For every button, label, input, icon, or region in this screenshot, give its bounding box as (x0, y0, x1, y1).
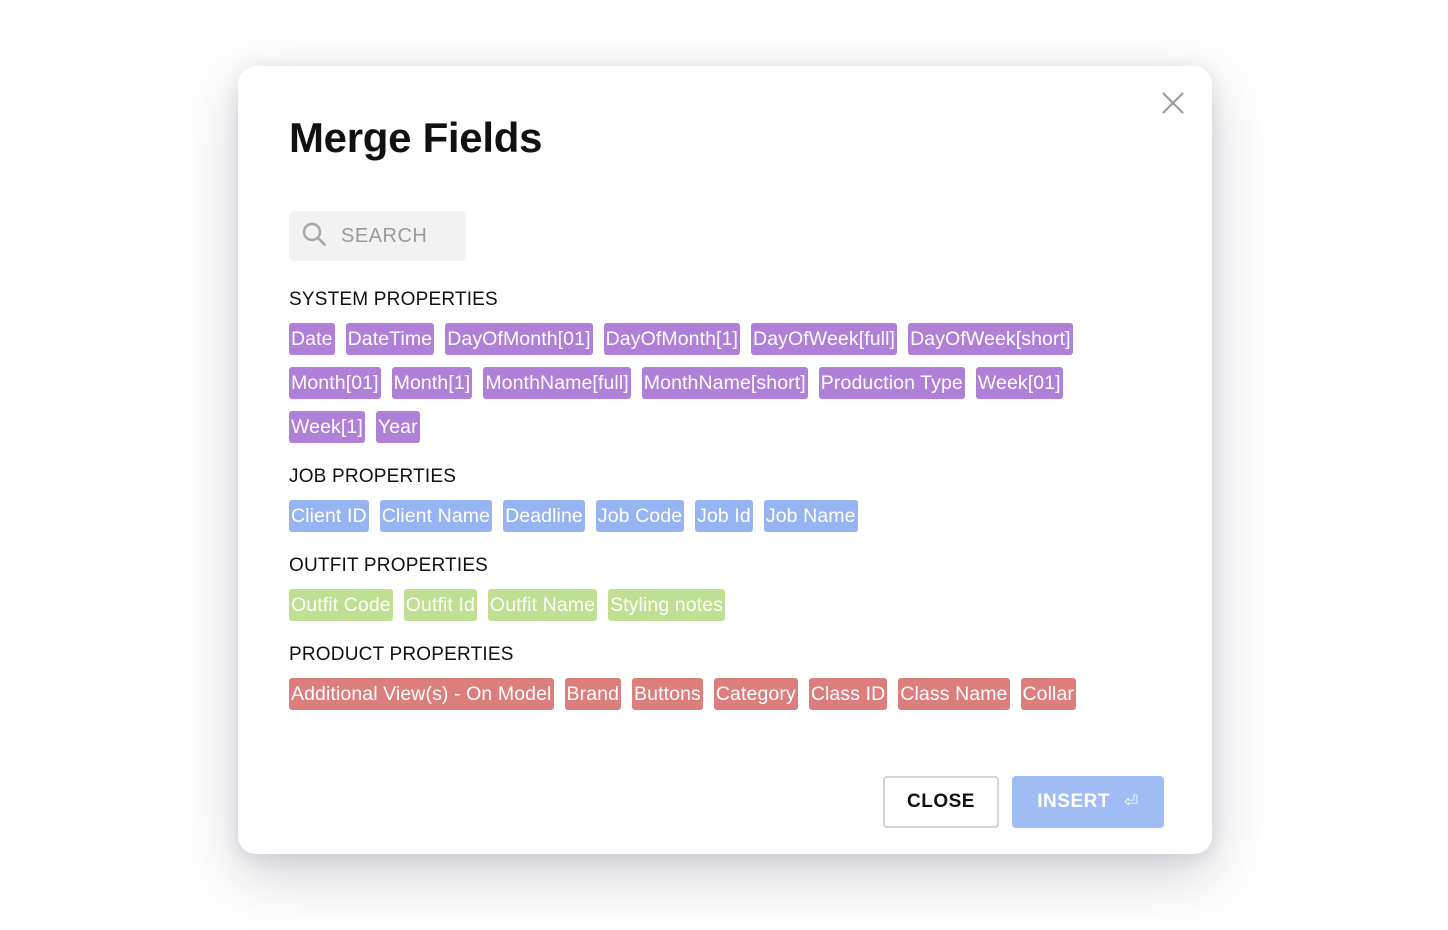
merge-field-chip[interactable]: Deadline (503, 500, 585, 532)
merge-field-chip[interactable]: Month[1] (391, 367, 473, 399)
merge-field-chip[interactable]: Date (289, 323, 335, 355)
merge-fields-dialog: Merge Fields SYSTEM PROPERTIES Date DateTi… (238, 66, 1212, 854)
insert-button-label: INSERT (1037, 791, 1110, 812)
close-button[interactable]: CLOSE (883, 776, 999, 828)
merge-field-chip[interactable]: DayOfWeek[short] (908, 323, 1073, 355)
section-title: SYSTEM PROPERTIES (289, 289, 498, 310)
insert-button[interactable]: INSERT ⏎ (1012, 776, 1164, 828)
section-outfit-properties: OUTFIT PROPERTIES Outfit Code Outfit Id Out… (289, 554, 1169, 621)
section-product-properties: PRODUCT PROPERTIES Additional View(s) - O… (289, 643, 1169, 710)
dialog-title: Merge Fields (289, 114, 543, 161)
merge-field-chip[interactable]: Brand (564, 678, 622, 710)
merge-field-chip[interactable]: Category (713, 678, 798, 710)
search-icon (301, 221, 327, 252)
merge-field-chip[interactable]: Week[1] (289, 411, 365, 443)
merge-field-chip[interactable]: Collar (1020, 678, 1077, 710)
merge-fields-list[interactable]: SYSTEM PROPERTIES Date DateTime DayOfMonth[… (289, 288, 1169, 744)
merge-field-chip[interactable]: DayOfMonth[1] (603, 323, 741, 355)
merge-field-chip[interactable]: Week[01] (975, 367, 1063, 399)
merge-field-chip[interactable]: Job Code (595, 500, 685, 532)
merge-field-chip[interactable]: Job Id (695, 500, 753, 532)
field-chip-list: Additional View(s) - On Model Brand Button… (289, 678, 1119, 710)
merge-field-chip[interactable]: Client ID (289, 500, 369, 532)
merge-field-chip[interactable]: Client Name (379, 500, 493, 532)
close-button-label: CLOSE (907, 791, 975, 812)
section-system-properties: SYSTEM PROPERTIES Date DateTime DayOfMonth[… (289, 288, 1169, 443)
close-x-icon[interactable] (1160, 90, 1186, 116)
merge-field-chip[interactable]: MonthName[full] (483, 367, 631, 399)
merge-field-chip[interactable]: MonthName[short] (641, 367, 808, 399)
merge-field-chip[interactable]: DateTime (345, 323, 435, 355)
section-job-properties: JOB PROPERTIES Client ID Client Name Deadli… (289, 465, 1169, 532)
section-title: PRODUCT PROPERTIES (289, 644, 514, 665)
merge-field-chip[interactable]: DayOfWeek[full] (751, 323, 898, 355)
field-chip-list: Date DateTime DayOfMonth[01] DayOfMonth[1] D… (289, 323, 1119, 443)
search-box[interactable] (289, 211, 466, 261)
merge-field-chip[interactable]: Class ID (808, 678, 888, 710)
field-chip-list: Client ID Client Name Deadline Job Code Job … (289, 500, 1119, 532)
merge-field-chip[interactable]: Year (375, 411, 420, 443)
merge-field-chip[interactable]: Production Type (818, 367, 965, 399)
section-title: JOB PROPERTIES (289, 466, 457, 487)
merge-field-chip[interactable]: DayOfMonth[01] (445, 323, 593, 355)
merge-field-chip[interactable]: Outfit Name (487, 589, 598, 621)
merge-field-chip[interactable]: Class Name (898, 678, 1010, 710)
merge-field-chip[interactable]: Job Name (763, 500, 858, 532)
merge-field-chip[interactable]: Outfit Id (403, 589, 477, 621)
merge-field-chip[interactable]: Month[01] (289, 367, 381, 399)
merge-field-chip[interactable]: Styling notes (608, 589, 726, 621)
merge-field-chip[interactable]: Outfit Code (289, 589, 393, 621)
enter-key-icon: ⏎ (1123, 792, 1139, 811)
search-input[interactable] (339, 223, 449, 249)
merge-field-chip[interactable]: Additional View(s) - On Model (289, 678, 554, 710)
field-chip-list: Outfit Code Outfit Id Outfit Name Styling n… (289, 589, 1119, 621)
merge-field-chip[interactable]: Buttons (632, 678, 703, 710)
section-title: OUTFIT PROPERTIES (289, 555, 489, 576)
